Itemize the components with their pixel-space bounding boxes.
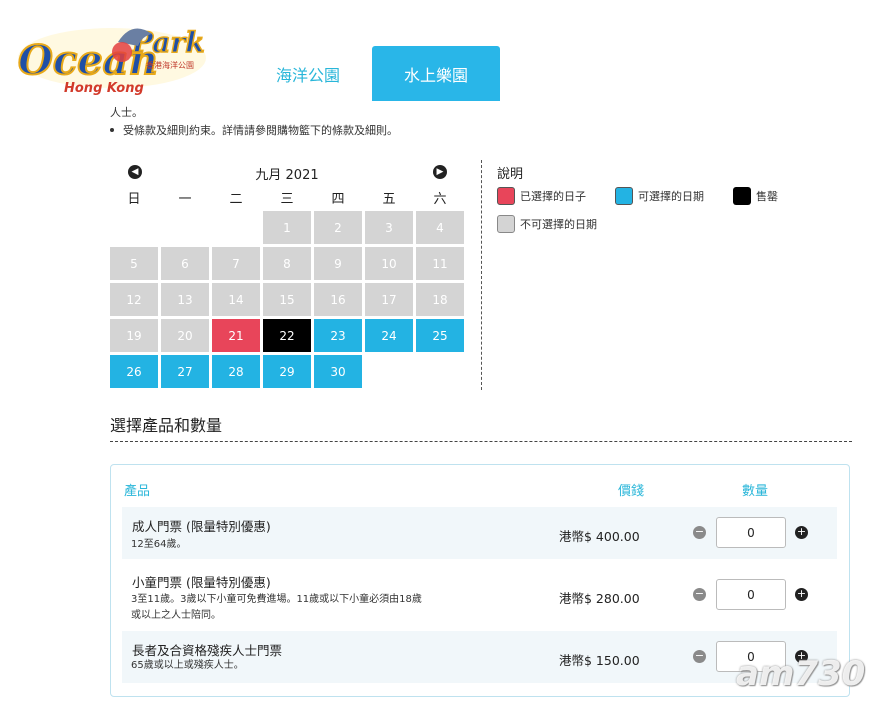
quantity-input[interactable] — [716, 517, 786, 548]
product-desc-line2: 或以上之人士陪同。 — [131, 610, 221, 621]
weekday-label: 四 — [331, 192, 345, 207]
decrease-qty-icon[interactable]: − — [693, 650, 706, 663]
terms-note-text: 受條款及細則約束。詳情請參閱購物籃下的條款及細則。 — [123, 124, 398, 137]
calendar-day: 7 — [212, 247, 260, 280]
tab-water-world[interactable]: 水上樂園 — [372, 46, 500, 101]
calendar-day: 20 — [161, 319, 209, 352]
product-desc: 65歲或以上或殘疾人士。 — [131, 660, 244, 671]
product-row-adult: 成人門票 (限量特別優惠) 12至64歲。 港幣$ 400.00 − + — [122, 507, 837, 559]
increase-qty-icon[interactable]: + — [795, 526, 808, 539]
calendar-day[interactable]: 30 — [314, 355, 362, 388]
calendar-day: 19 — [110, 319, 158, 352]
header-quantity: 數量 — [742, 484, 769, 499]
calendar-day[interactable]: 28 — [212, 355, 260, 388]
weekday-label: 六 — [433, 192, 447, 207]
calendar-empty-cell — [161, 211, 209, 244]
decrease-qty-icon[interactable]: − — [693, 526, 706, 539]
product-row-senior: 長者及合資格殘疾人士門票 65歲或以上或殘疾人士。 港幣$ 150.00 − + — [122, 631, 837, 683]
weekday-label: 三 — [280, 192, 294, 207]
legend-title: 說明 — [497, 167, 524, 182]
terms-note: 受條款及細則約束。詳情請參閱購物籃下的條款及細則。 — [110, 122, 398, 138]
weekday-row: 日一二三四五六 — [110, 188, 464, 207]
calendar-header: ◀ 九月 2021 ▶ — [110, 162, 464, 183]
weekday-label: 一 — [178, 192, 192, 207]
calendar-day[interactable]: 26 — [110, 355, 158, 388]
calendar-day: 5 — [110, 247, 158, 280]
legend-unavailable-label: 不可選擇的日期 — [520, 218, 597, 231]
tab-ocean-park[interactable]: 海洋公園 — [246, 46, 370, 101]
calendar-day: 13 — [161, 283, 209, 316]
available-swatch — [615, 187, 633, 205]
calendar-grid: 1 2 3 4 5 6 7 8 9 10 11 12 13 14 15 16 17 18 19 20 21 22 23 24 2… — [110, 211, 464, 388]
calendar-day: 1 — [263, 211, 311, 244]
calendar-day: 11 — [416, 247, 464, 280]
weekday-label: 五 — [382, 192, 396, 207]
calendar-day: 12 — [110, 283, 158, 316]
product-desc: 3至11歲。3歲以下小童可免費進場。11歲或以下小童必須由18歲 或以上之人士陪… — [131, 592, 422, 624]
weekday-label: 二 — [229, 192, 243, 207]
month-label: 九月 2021 — [255, 168, 319, 183]
legend-available: 可選擇的日期 — [615, 187, 704, 205]
product-row-child: 小童門票 (限量特別優惠) 3至11歲。3歲以下小童可免費進場。11歲或以下小童… — [122, 563, 837, 629]
product-price: 港幣$ 280.00 — [559, 591, 640, 606]
calendar-day: 8 — [263, 247, 311, 280]
calendar-day: 4 — [416, 211, 464, 244]
legend-selected-label: 已選擇的日子 — [520, 190, 586, 203]
section-title: 選擇產品和數量 — [110, 416, 223, 435]
legend-soldout-label: 售罄 — [756, 190, 778, 203]
calendar-day: 14 — [212, 283, 260, 316]
product-name: 小童門票 (限量特別優惠) — [132, 575, 271, 590]
unavailable-swatch — [497, 215, 515, 233]
calendar-day[interactable]: 24 — [365, 319, 413, 352]
product-desc-line1: 3至11歲。3歲以下小童可免費進場。11歲或以下小童必須由18歲 — [131, 594, 422, 605]
legend-selected: 已選擇的日子 — [497, 187, 586, 205]
svg-text:香港海洋公園: 香港海洋公園 — [146, 60, 194, 70]
weekday-label: 日 — [127, 192, 141, 207]
calendar-day: 9 — [314, 247, 362, 280]
product-price: 港幣$ 150.00 — [559, 653, 640, 668]
next-month-icon[interactable]: ▶ — [433, 165, 447, 179]
calendar-day[interactable]: 23 — [314, 319, 362, 352]
watermark-logo: am730 — [736, 654, 866, 694]
calendar-day[interactable]: 27 — [161, 355, 209, 388]
calendar-day: 10 — [365, 247, 413, 280]
product-name: 成人門票 (限量特別優惠) — [132, 519, 271, 534]
calendar-day: 6 — [161, 247, 209, 280]
calendar-day: 3 — [365, 211, 413, 244]
selected-swatch — [497, 187, 515, 205]
header-price: 價錢 — [618, 484, 645, 499]
calendar-day: 2 — [314, 211, 362, 244]
calendar-day: 22 — [263, 319, 311, 352]
calendar-day: 15 — [263, 283, 311, 316]
calendar-empty-cell — [212, 211, 260, 244]
calendar-day: 16 — [314, 283, 362, 316]
legend-available-label: 可選擇的日期 — [638, 190, 704, 203]
increase-qty-icon[interactable]: + — [795, 588, 808, 601]
product-desc: 12至64歲。 — [131, 539, 187, 550]
ocean-park-logo[interactable]: Ocean Park Hong Kong 香港海洋公園 — [14, 12, 210, 100]
legend-unavailable: 不可選擇的日期 — [497, 215, 597, 233]
decrease-qty-icon[interactable]: − — [693, 588, 706, 601]
vertical-divider — [481, 160, 482, 390]
soldout-swatch — [733, 187, 751, 205]
product-name: 長者及合資格殘疾人士門票 — [132, 643, 283, 658]
calendar-day[interactable]: 21 — [212, 319, 260, 352]
calendar-empty-cell — [110, 211, 158, 244]
calendar-day[interactable]: 29 — [263, 355, 311, 388]
svg-text:Hong Kong: Hong Kong — [64, 81, 144, 96]
calendar-day: 18 — [416, 283, 464, 316]
note-text: 人士。 — [110, 106, 143, 119]
bullet-icon — [110, 128, 114, 132]
calendar-day: 17 — [365, 283, 413, 316]
product-price: 港幣$ 400.00 — [559, 529, 640, 544]
quantity-input[interactable] — [716, 579, 786, 610]
horizontal-divider — [110, 441, 852, 442]
calendar-day[interactable]: 25 — [416, 319, 464, 352]
legend-soldout: 售罄 — [733, 187, 778, 205]
header-product: 產品 — [124, 484, 151, 499]
